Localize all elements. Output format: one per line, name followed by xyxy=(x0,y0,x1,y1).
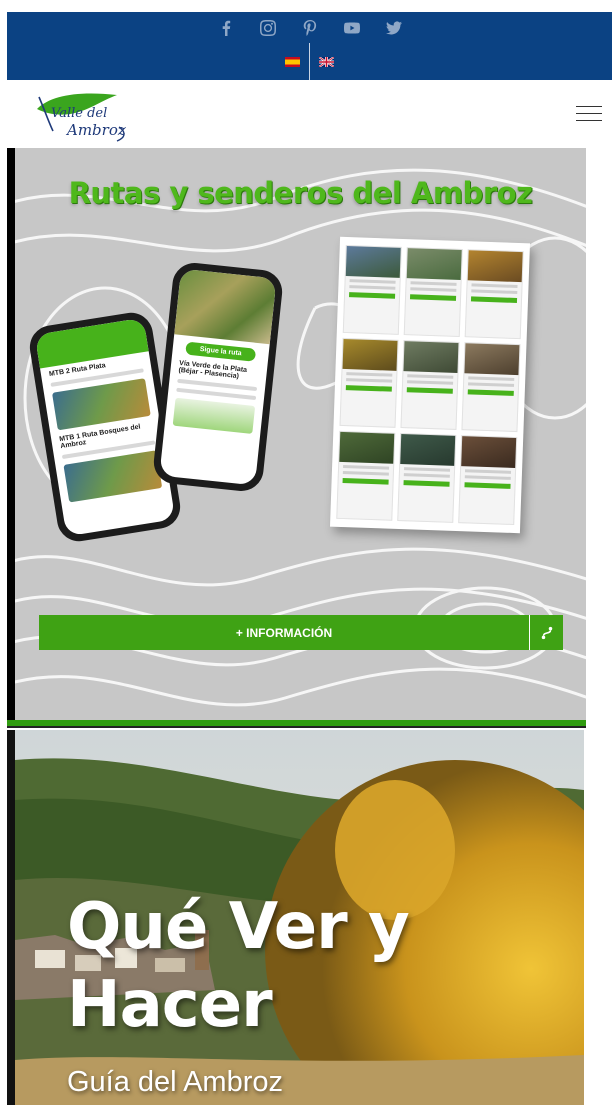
que-ver-title-line2: Hacer xyxy=(67,968,273,1042)
follow-route-pill: Sigue la ruta xyxy=(185,341,257,362)
phone-screen: MTB 2 Ruta Plata MTB 1 Ruta Bosques del … xyxy=(34,317,176,537)
route-card xyxy=(397,432,457,523)
language-divider xyxy=(309,43,310,80)
route-card xyxy=(461,342,521,433)
route-icon xyxy=(529,615,563,650)
valle-del-ambroz-logo[interactable]: Valle del Ambroz xyxy=(31,87,131,143)
site-header: Valle del Ambroz xyxy=(7,80,612,148)
phone-screen: Sigue la ruta Vía Verde de la Plata (Béj… xyxy=(159,268,277,486)
hamburger-line xyxy=(576,113,602,114)
uk-flag-icon[interactable] xyxy=(319,56,334,67)
more-info-label: + INFORMACIÓN xyxy=(235,625,333,640)
instagram-icon[interactable] xyxy=(258,18,278,38)
phone-mockup-route: Sigue la ruta Vía Verde de la Plata (Béj… xyxy=(151,260,285,494)
route-card xyxy=(403,247,463,338)
menu-toggle-button[interactable] xyxy=(576,106,602,124)
phone-map xyxy=(174,268,277,345)
phone-route-name: Vía Verde de la Plata (Béjar - Plasencia… xyxy=(178,359,248,381)
facebook-icon[interactable] xyxy=(216,18,236,38)
youtube-icon[interactable] xyxy=(342,18,362,38)
language-switcher xyxy=(7,43,612,80)
section-divider xyxy=(7,720,586,728)
route-card xyxy=(339,337,399,428)
phone-route-photo xyxy=(52,378,151,431)
top-bar xyxy=(7,12,612,80)
routes-banner[interactable]: Rutas y senderos del Ambroz MTB 2 Ruta P… xyxy=(7,148,586,720)
route-card xyxy=(342,244,402,335)
svg-text:Valle del: Valle del xyxy=(51,106,107,121)
routes-title: Rutas y senderos del Ambroz xyxy=(68,176,533,210)
twitter-icon[interactable] xyxy=(384,18,404,38)
que-ver-title-line1: Qué Ver y xyxy=(67,890,410,964)
route-card xyxy=(458,435,518,526)
more-info-button[interactable]: + INFORMACIÓN xyxy=(39,615,563,650)
social-links xyxy=(7,18,612,38)
svg-text:Ambroz: Ambroz xyxy=(65,121,126,139)
es-flag-icon[interactable] xyxy=(285,56,300,67)
que-ver-title: Qué Ver y Hacer xyxy=(67,888,410,1044)
phone-elevation-graph xyxy=(172,397,256,434)
route-card xyxy=(464,249,524,340)
que-ver-subtitle: Guía del Ambroz xyxy=(67,1066,283,1098)
pinterest-icon[interactable] xyxy=(300,18,320,38)
routes-brochure xyxy=(329,236,531,534)
hamburger-line xyxy=(576,120,602,121)
hamburger-line xyxy=(576,106,602,107)
phone-route-photo xyxy=(63,450,163,503)
route-card xyxy=(400,340,460,430)
que-ver-banner[interactable]: Qué Ver y Hacer Guía del Ambroz xyxy=(7,730,584,1105)
page: Valle del Ambroz Rutas y senderos del Am… xyxy=(0,0,612,1105)
route-card xyxy=(336,430,396,521)
